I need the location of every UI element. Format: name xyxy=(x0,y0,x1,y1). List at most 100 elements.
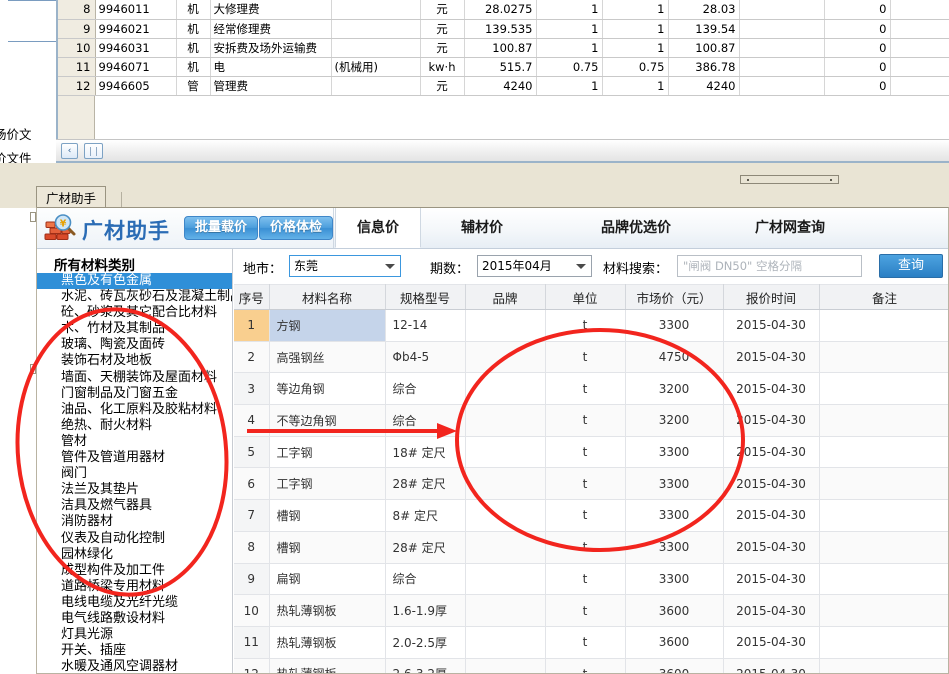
table-row[interactable]: 9 9946021 机经常修理费元 139.535 1 1 139.54 0 xyxy=(58,19,949,39)
period-select[interactable]: 2015年04月 xyxy=(477,255,592,277)
category-item[interactable]: 木、竹材及其制品 xyxy=(37,321,232,337)
cost-row-total: 100.87 xyxy=(668,38,740,58)
table-row[interactable]: 5 工字钢 18# 定尺 t 3300 2015-04-30 xyxy=(234,436,948,469)
cost-row-unit: 元 xyxy=(420,38,465,58)
category-item[interactable]: 黑色及有色金属 xyxy=(37,273,232,290)
table-row[interactable]: 10 热轧薄钢板 1.6-1.9厚 t 3600 2015-04-30 xyxy=(234,594,948,627)
column-header-5[interactable]: 单位 xyxy=(545,284,626,310)
cost-grid[interactable]: 8 9946011 机大修理费元 28.0275 1 1 28.03 0 9 9946021 机经常… xyxy=(56,0,949,162)
hscroll-thumb[interactable] xyxy=(84,143,103,159)
table-row[interactable]: 2 高强钢丝 Φb4-5 t 4750 2015-04-30 xyxy=(234,341,948,374)
category-item[interactable]: 装饰石材及地板 xyxy=(37,353,232,369)
column-header-8[interactable]: 备注 xyxy=(819,284,948,310)
tab-3[interactable]: 品牌优选价 xyxy=(577,208,695,248)
material-row-index: 11 xyxy=(234,626,270,659)
table-row[interactable]: 6 工字钢 28# 定尺 t 3300 2015-04-30 xyxy=(234,467,948,501)
cost-row-code: 9946031 xyxy=(95,38,177,58)
table-row[interactable]: 1 方钢 12-14 t 3300 2015-04-30 xyxy=(234,309,948,342)
category-item[interactable]: 洁具及燃气器具 xyxy=(37,498,232,514)
cost-row-qty: 1 xyxy=(536,38,603,58)
scroll-left-arrow-icon[interactable]: ‹ xyxy=(61,143,78,159)
table-row[interactable]: 12热轧薄钢板2.6-3.2厚 t36002015-04-30 xyxy=(234,658,948,673)
category-item[interactable]: 仪表及自动化控制 xyxy=(37,531,232,547)
tab-2[interactable]: 辅材价 xyxy=(439,208,525,248)
material-quote-date: 2015-04-30 xyxy=(723,658,820,673)
column-header-4[interactable]: 品牌 xyxy=(465,284,546,310)
material-note xyxy=(819,563,948,596)
category-item[interactable]: 管材 xyxy=(37,434,232,450)
category-item[interactable]: 消防器材 xyxy=(37,514,232,530)
category-item[interactable]: 砼、砂浆及其它配合比材料 xyxy=(37,305,232,321)
category-item[interactable]: 油品、化工原料及胶粘材料 xyxy=(37,402,232,418)
material-name: 不等边角钢 xyxy=(269,404,386,437)
panel-tab-guangcai[interactable]: 广材助手 xyxy=(36,186,107,208)
tab-1[interactable]: 信息价 xyxy=(335,208,421,248)
table-row[interactable]: 7 槽钢 8# 定尺 t 3300 2015-04-30 xyxy=(234,499,948,532)
column-header-2[interactable]: 材料名称 xyxy=(269,284,386,310)
category-item[interactable]: 开关、插座 xyxy=(37,643,232,659)
column-header-6[interactable]: 市场价（元） xyxy=(625,284,724,310)
table-row[interactable]: 9 扁钢 综合 t 3300 2015-04-30 xyxy=(234,563,948,596)
category-item[interactable]: 水泥、砖瓦灰砂石及混凝土制品 xyxy=(37,289,232,305)
cost-row-memo xyxy=(331,0,421,20)
material-row-index: 4 xyxy=(234,404,270,437)
category-panel-title: 所有材料类别 xyxy=(54,258,135,274)
table-row[interactable]: 11 热轧薄钢板 2.0-2.5厚 t 3600 2015-04-30 xyxy=(234,626,948,659)
category-item[interactable]: 管件及管道用器材 xyxy=(37,450,232,466)
material-brand xyxy=(465,341,546,374)
material-price-table-wrap[interactable]: 序号 材料名称 规格型号 品牌 单位 市场价（元） 报价时间 备注 1 方钢 12-14 t 3300… xyxy=(234,284,948,673)
material-spec: 2.0-2.5厚 xyxy=(385,626,466,659)
category-item[interactable]: 灯具光源 xyxy=(37,627,232,643)
splitter-dot-left-icon xyxy=(747,179,749,181)
material-unit: t xyxy=(545,309,626,342)
cost-row-total: 139.54 xyxy=(668,19,740,39)
column-header-1[interactable]: 序号 xyxy=(234,284,270,310)
category-item[interactable]: 成型构件及加工件 xyxy=(37,563,232,579)
column-header-7[interactable]: 报价时间 xyxy=(723,284,820,310)
category-list[interactable]: 黑色及有色金属 水泥、砖瓦灰砂石及混凝土制品 砼、砂浆及其它配合比材料 木、竹材及其制… xyxy=(37,273,232,673)
table-row[interactable]: 12 9946605 管管理费元 4240 1 1 4240 0 xyxy=(58,76,949,96)
material-quote-date: 2015-04-30 xyxy=(723,436,820,469)
category-item[interactable]: 门窗制品及门窗五金 xyxy=(37,386,232,402)
column-header-3[interactable]: 规格型号 xyxy=(385,284,466,310)
svg-text:¥: ¥ xyxy=(60,218,67,229)
material-note xyxy=(819,499,948,532)
horizontal-splitter-grip[interactable] xyxy=(740,175,839,184)
material-note xyxy=(819,467,948,501)
price-health-check-button[interactable]: 价格体检 xyxy=(259,216,333,240)
material-row-index: 2 xyxy=(234,341,270,374)
cost-row-index: 8 xyxy=(58,0,96,20)
category-item[interactable]: 阀门 xyxy=(37,466,232,482)
material-row-index: 9 xyxy=(234,563,270,596)
table-row[interactable]: 10 9946031 机安拆费及场外运输费元 100.87 1 1 100.87 0 xyxy=(58,38,949,58)
category-item[interactable]: 道路桥梁专用材料 xyxy=(37,579,232,595)
table-row[interactable]: 8 9946011 机大修理费元 28.0275 1 1 28.03 0 xyxy=(58,0,949,20)
material-market-price: 3300 xyxy=(625,467,724,501)
category-item[interactable]: 墙面、天棚装饰及屋面材料 xyxy=(37,370,232,386)
category-item[interactable]: 玻璃、陶瓷及面砖 xyxy=(37,337,232,353)
material-brand xyxy=(465,658,546,673)
material-name: 槽钢 xyxy=(269,499,386,532)
table-row[interactable]: 3 等边角钢 综合 t 3200 2015-04-30 xyxy=(234,372,948,406)
cost-row-unit: 元 xyxy=(420,19,465,39)
category-item[interactable]: 电线电缆及光纤光缆 xyxy=(37,595,232,611)
material-name: 高强钢丝 xyxy=(269,341,386,374)
category-item[interactable]: 法兰及其垫片 xyxy=(37,482,232,498)
cost-row-blank1 xyxy=(739,19,825,39)
material-row-index: 10 xyxy=(234,594,270,627)
category-item[interactable]: 园林绿化 xyxy=(37,547,232,563)
query-button[interactable]: 查询 xyxy=(879,254,943,278)
table-row[interactable]: 11 9946071 机电 (机械用) kw·h 515.7 0.75 0.75 386.78 0 xyxy=(58,57,949,77)
city-select[interactable]: 东莞 xyxy=(289,255,401,277)
batch-load-price-button[interactable]: 批量载价 xyxy=(184,216,259,240)
category-item[interactable]: 电气线路敷设材料 xyxy=(37,611,232,627)
tab-4[interactable]: 广材网查询 xyxy=(731,208,849,248)
material-search-input[interactable]: "闸阀 DN50" 空格分隔 xyxy=(677,255,862,277)
cost-grid-hscrollbar[interactable]: ‹ xyxy=(56,139,949,161)
material-unit: t xyxy=(545,531,626,564)
table-row[interactable]: 4 不等边角钢 综合 t 3200 2015-04-30 xyxy=(234,404,948,437)
table-row[interactable]: 8 槽钢 28# 定尺 t 3300 2015-04-30 xyxy=(234,531,948,564)
category-item[interactable]: 水暖及通风空调器材 xyxy=(37,659,232,673)
city-label: 地市： xyxy=(243,262,283,277)
category-item[interactable]: 绝热、耐火材料 xyxy=(37,418,232,434)
